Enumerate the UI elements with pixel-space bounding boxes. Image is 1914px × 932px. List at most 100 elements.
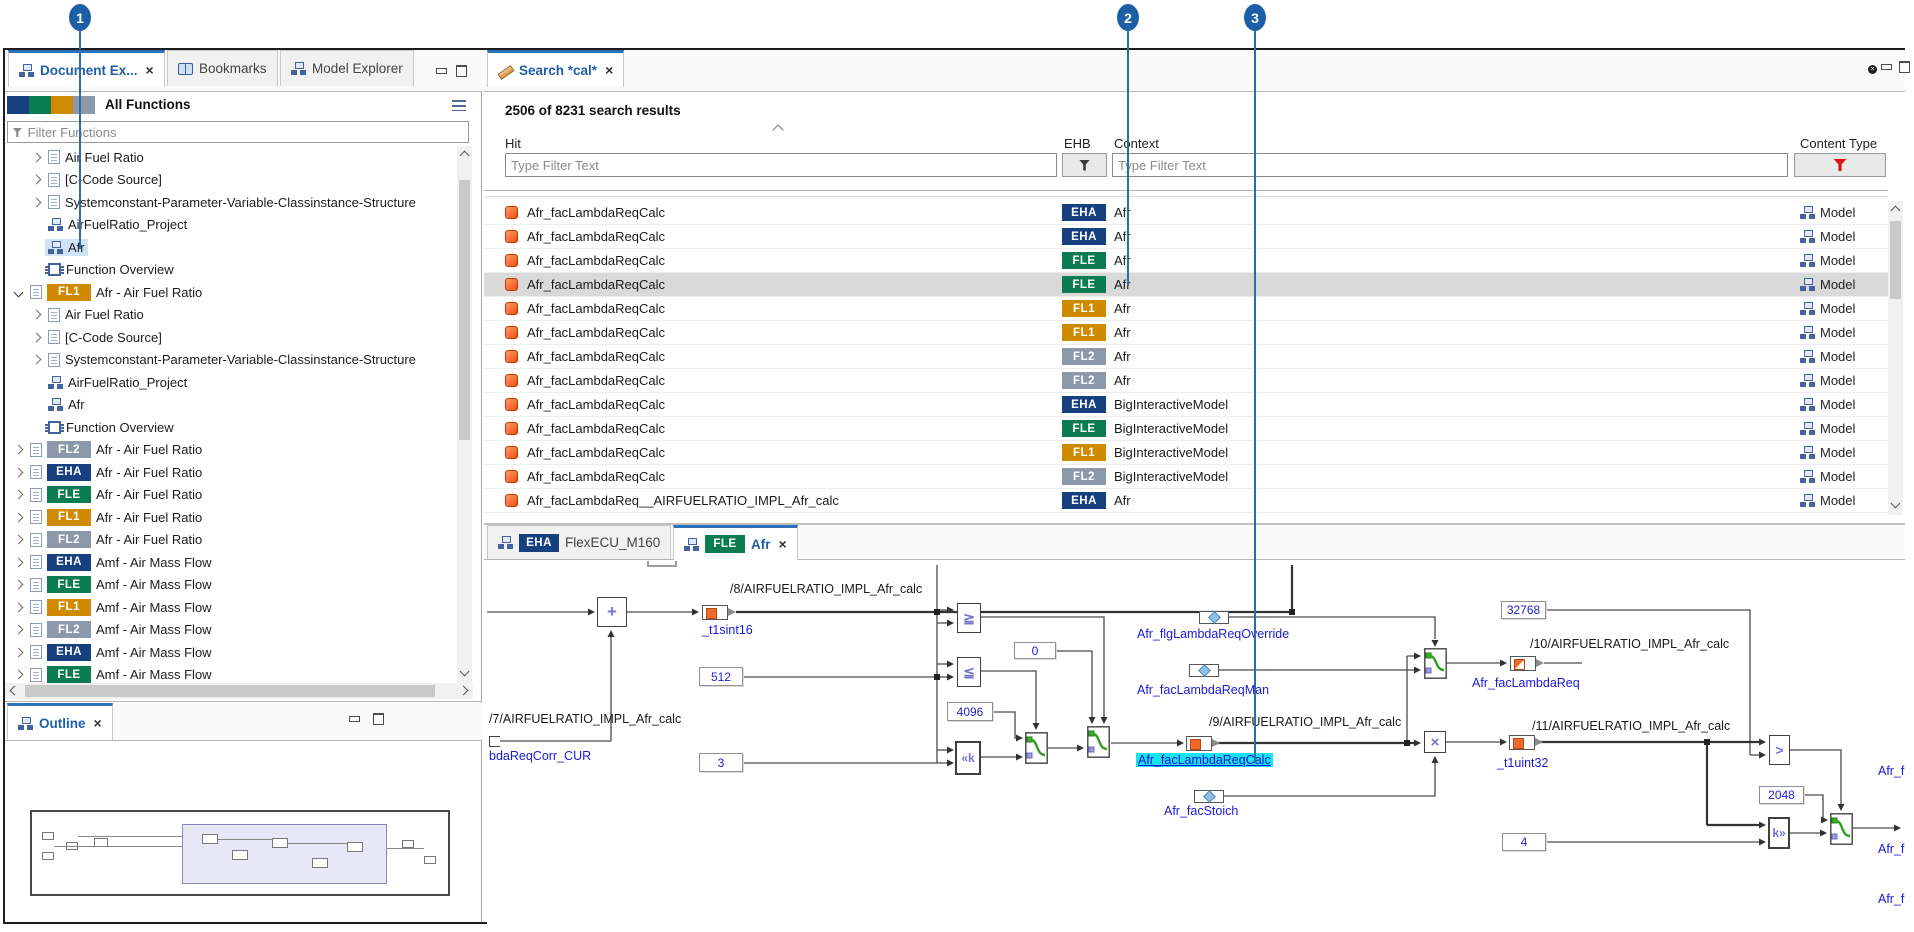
tree-item[interactable]: Air Fuel Ratio xyxy=(5,146,457,169)
tree-item[interactable]: FL2 Afr - Air Fuel Ratio xyxy=(5,529,457,552)
search-result-row[interactable]: Afr_facLambdaReqCalc FL2 Afr Model xyxy=(484,345,1888,369)
tree-item[interactable]: Systemconstant-Parameter-Variable-Classi… xyxy=(5,349,457,372)
signal-t1sint16[interactable]: _t1sint16 xyxy=(702,623,753,637)
constant-512[interactable]: 512 xyxy=(699,667,743,686)
tree-item[interactable]: AirFuelRatio_Project xyxy=(5,371,457,394)
filter-functions-input[interactable] xyxy=(28,125,464,140)
search-result-row[interactable]: Afr_facLambdaReqCalc FL1 Afr Model xyxy=(484,321,1888,345)
switch-block[interactable] xyxy=(1025,732,1048,764)
sequence-connector-9[interactable] xyxy=(1186,736,1212,751)
expander-icon[interactable] xyxy=(32,197,42,207)
scroll-left-icon[interactable] xyxy=(10,686,20,696)
signal-stoich[interactable]: Afr_facStoich xyxy=(1164,804,1238,818)
tree-item[interactable]: EHA Afr - Air Fuel Ratio xyxy=(5,461,457,484)
signal-out-2[interactable]: Afr_f xyxy=(1878,842,1904,856)
tree-vertical-scrollbar[interactable] xyxy=(457,146,472,683)
scroll-up-icon[interactable] xyxy=(460,151,470,161)
expander-icon[interactable] xyxy=(14,535,24,545)
editor-tab[interactable]: FLE Afr × xyxy=(673,525,798,560)
port-afr-faclambdareqman[interactable] xyxy=(1189,664,1219,677)
search-result-row[interactable]: Afr_facLambdaReqCalc FL1 BigInteractiveM… xyxy=(484,441,1888,465)
search-result-row[interactable]: Afr_facLambdaReqCalc EHA Afr Model xyxy=(484,201,1888,225)
outline-thumbnail[interactable] xyxy=(30,810,450,896)
signal-out-3[interactable]: Afr_f xyxy=(1878,892,1904,906)
constant-32768[interactable]: 32768 xyxy=(1501,601,1546,619)
expander-icon[interactable] xyxy=(14,647,24,657)
port-stub[interactable] xyxy=(489,736,500,747)
search-result-row[interactable]: Afr_facLambdaReqCalc FL1 Afr Model xyxy=(484,297,1888,321)
scroll-down-icon[interactable] xyxy=(460,667,470,677)
maximize-button[interactable] xyxy=(372,712,384,724)
greater-equal-block[interactable]: ≧ xyxy=(957,603,981,633)
constant-4[interactable]: 4 xyxy=(1502,833,1546,851)
expander-icon[interactable] xyxy=(14,625,24,635)
explorer-tab[interactable]: Bookmarks × xyxy=(167,50,278,86)
expander-icon[interactable] xyxy=(32,152,42,162)
less-equal-block[interactable]: ≦ xyxy=(957,657,981,687)
model-diagram-canvas[interactable]: + ≧ ≦ «k × > k» 512 3 0 xyxy=(487,560,1905,925)
ref-label-11[interactable]: /11/AIRFUELRATIO_IMPL_Afr_calc xyxy=(1532,719,1730,733)
signal-t1uint32[interactable]: _t1uint32 xyxy=(1497,756,1548,770)
ref-label-10[interactable]: /10/AIRFUELRATIO_IMPL_Afr_calc xyxy=(1530,637,1729,651)
signal-req[interactable]: Afr_facLambdaReq xyxy=(1472,676,1580,690)
ehb-filter-button[interactable] xyxy=(1062,153,1107,177)
add-block[interactable]: + xyxy=(597,597,627,627)
expander-icon[interactable] xyxy=(14,467,24,477)
search-result-row[interactable]: Afr_facLambdaReqCalc EHA Afr Model xyxy=(484,225,1888,249)
tree-item[interactable]: FLE Amf - Air Mass Flow xyxy=(5,664,457,684)
tab-outline[interactable]: Outline × xyxy=(7,703,113,740)
explorer-tab[interactable]: Model Explorer × xyxy=(280,50,414,86)
constant-0[interactable]: 0 xyxy=(1014,642,1056,659)
search-result-row[interactable]: Afr_facLambdaReqCalc FL2 BigInteractiveM… xyxy=(484,465,1888,489)
tree-item[interactable]: Afr xyxy=(5,236,457,259)
close-icon[interactable]: × xyxy=(94,715,102,731)
tree-item[interactable]: [C-Code Source] xyxy=(5,326,457,349)
tree-item[interactable]: EHA Amf - Air Mass Flow xyxy=(5,551,457,574)
ref-label-7[interactable]: /7/AIRFUELRATIO_IMPL_Afr_calc xyxy=(489,712,681,726)
expander-icon[interactable] xyxy=(14,580,24,590)
scrollbar-thumb[interactable] xyxy=(1890,221,1901,299)
view-menu-icon[interactable] xyxy=(452,100,466,111)
expander-icon[interactable] xyxy=(14,445,24,455)
signal-override[interactable]: Afr_flgLambdaReqOverride xyxy=(1137,627,1289,641)
search-result-row[interactable]: Afr_facLambdaReqCalc EHA BigInteractiveM… xyxy=(484,393,1888,417)
tab-search[interactable]: Search *cal* × xyxy=(487,50,624,87)
tree-item[interactable]: FL2 Afr - Air Fuel Ratio xyxy=(5,439,457,462)
tree-item[interactable]: EHA Amf - Air Mass Flow xyxy=(5,641,457,664)
hit-filter-input[interactable] xyxy=(505,153,1057,177)
scroll-up-icon[interactable] xyxy=(1891,206,1901,216)
results-vertical-scrollbar[interactable] xyxy=(1888,201,1903,515)
sequence-connector-10[interactable] xyxy=(1510,656,1536,671)
close-icon[interactable]: × xyxy=(605,62,613,78)
expander-icon[interactable] xyxy=(14,670,24,680)
tree-horizontal-scrollbar[interactable] xyxy=(5,683,473,699)
expander-icon[interactable] xyxy=(14,490,24,500)
maximize-button[interactable] xyxy=(1898,60,1910,72)
sequence-connector-11[interactable] xyxy=(1509,735,1535,750)
scrollbar-thumb[interactable] xyxy=(25,685,435,697)
expander-icon[interactable] xyxy=(32,310,42,320)
expander-icon[interactable] xyxy=(14,512,24,522)
minimize-button[interactable] xyxy=(348,712,360,724)
tree-item[interactable]: FLE Afr - Air Fuel Ratio xyxy=(5,484,457,507)
constant-3[interactable]: 3 xyxy=(699,753,743,772)
column-header-hit[interactable]: Hit xyxy=(505,136,521,151)
signal-man[interactable]: Afr_facLambdaReqMan xyxy=(1137,683,1269,697)
expander-icon[interactable] xyxy=(14,287,24,297)
tree-item[interactable]: FL1 Afr - Air Fuel Ratio xyxy=(5,281,457,304)
tree-item[interactable]: FL1 Amf - Air Mass Flow xyxy=(5,596,457,619)
tree-item[interactable]: Afr xyxy=(5,394,457,417)
search-result-row[interactable]: Afr_facLambdaReqCalc FLE BigInteractiveM… xyxy=(484,417,1888,441)
search-result-row[interactable]: Afr_facLambdaReq__AIRFUELRATIO_IMPL_Afr_… xyxy=(484,489,1888,513)
multiply-block[interactable]: × xyxy=(1424,731,1446,753)
context-filter-input[interactable] xyxy=(1112,153,1788,177)
column-header-content-type[interactable]: Content Type xyxy=(1800,136,1877,151)
content-type-filter-button[interactable] xyxy=(1794,153,1886,177)
expander-icon[interactable] xyxy=(32,332,42,342)
shift-left-block[interactable]: «k xyxy=(955,741,981,775)
scroll-down-icon[interactable] xyxy=(1891,499,1901,509)
expander-icon[interactable] xyxy=(32,355,42,365)
scrollbar-thumb[interactable] xyxy=(459,180,470,440)
expander-icon[interactable] xyxy=(14,557,24,567)
tree-item[interactable]: Air Fuel Ratio xyxy=(5,304,457,327)
